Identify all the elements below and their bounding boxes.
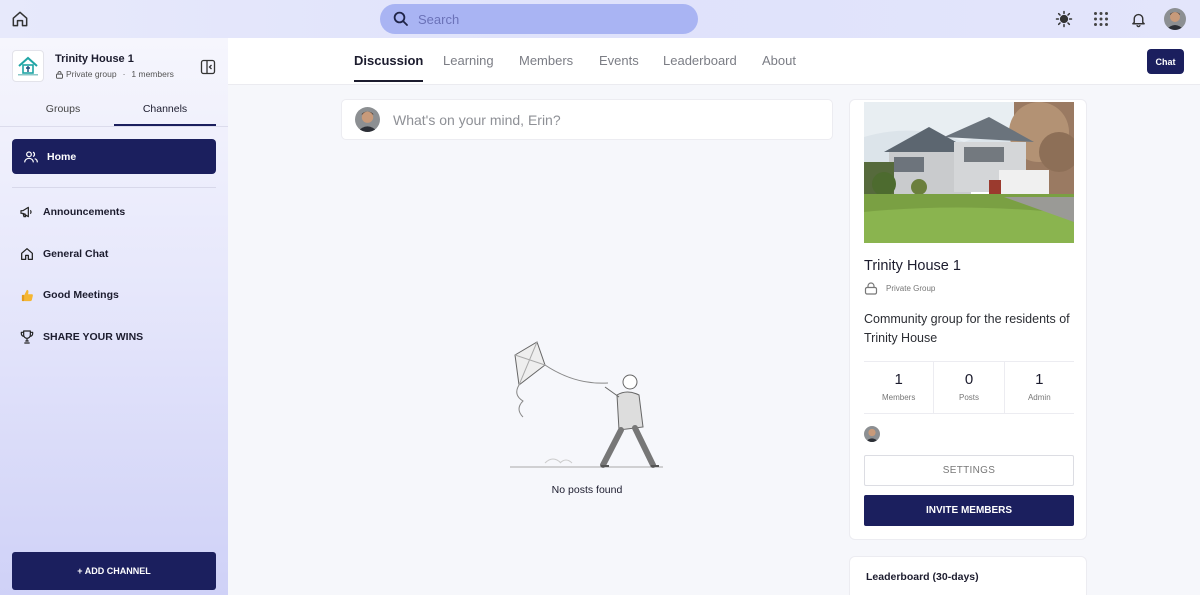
group-stats: 1 Members 0 Posts 1 Admin	[864, 361, 1074, 414]
sidebar-item-label: Home	[47, 150, 77, 163]
search-input[interactable]	[418, 11, 678, 27]
sidebar-item-label: SHARE YOUR WINS	[43, 331, 144, 343]
group-privacy: Private group	[66, 69, 117, 79]
chat-button[interactable]: Chat	[1147, 49, 1184, 74]
group-info-card: Trinity House 1 Private Group Community …	[849, 99, 1087, 540]
tab-groups[interactable]: Groups	[12, 100, 114, 126]
house-icon	[18, 245, 36, 263]
stat-label: Admin	[1027, 393, 1051, 402]
sidebar-tabs: Groups Channels	[12, 100, 216, 126]
card-description: Community group for the residents of Tri…	[864, 312, 1070, 345]
tab-members[interactable]: Members	[519, 53, 573, 80]
leaderboard-card: Leaderboard (30-days)	[849, 556, 1087, 595]
theme-toggle-icon[interactable]	[1052, 7, 1076, 31]
stat-value: 1	[894, 371, 903, 388]
stat-admin[interactable]: 1 Admin	[1005, 362, 1074, 413]
sidebar-item-label: Good Meetings	[43, 289, 119, 301]
tab-about[interactable]: About	[762, 53, 796, 80]
add-channel-button[interactable]: + ADD CHANNEL	[12, 552, 216, 590]
divider	[12, 187, 216, 188]
sidebar-item-label: Announcements	[43, 206, 126, 218]
leaderboard-title: Leaderboard (30-days)	[866, 571, 979, 583]
megaphone-icon	[18, 203, 36, 221]
sidebar-item-label: General Chat	[43, 248, 109, 260]
separator-dot: ·	[122, 69, 126, 79]
apps-grid-icon[interactable]	[1089, 7, 1113, 31]
search-bar[interactable]	[380, 4, 698, 34]
group-members-count: 1 members	[131, 69, 174, 79]
tab-events[interactable]: Events	[599, 53, 639, 80]
divider	[0, 126, 228, 127]
top-bar	[0, 0, 1200, 38]
card-privacy: Private Group	[864, 282, 935, 295]
sidebar-item-general-chat[interactable]: General Chat	[18, 244, 218, 264]
stat-value: 1	[1035, 371, 1044, 388]
composer-placeholder: What's on your mind, Erin?	[393, 111, 561, 128]
user-avatar[interactable]	[1164, 8, 1186, 30]
thumbs-up-icon	[18, 286, 36, 304]
lock-icon	[56, 70, 63, 79]
tab-discussion[interactable]: Discussion	[354, 53, 424, 82]
collapse-sidebar-icon[interactable]	[200, 59, 216, 75]
card-group-name: Trinity House 1	[864, 258, 961, 274]
group-cover-image	[864, 102, 1074, 243]
sidebar: Trinity House 1 Private group · 1 member…	[0, 38, 228, 595]
bell-icon[interactable]	[1126, 7, 1150, 31]
group-logo	[12, 50, 44, 82]
card-privacy-label: Private Group	[886, 284, 936, 293]
empty-state-text: No posts found	[551, 484, 623, 496]
stat-label: Posts	[958, 393, 979, 402]
stat-label: Members	[881, 393, 916, 402]
users-icon	[24, 150, 38, 162]
settings-button[interactable]: SETTINGS	[864, 455, 1074, 486]
lock-icon	[864, 282, 878, 295]
group-name: Trinity House 1	[55, 53, 134, 65]
tab-learning[interactable]: Learning	[443, 53, 494, 80]
group-header: Trinity House 1 Private group · 1 member…	[12, 50, 216, 84]
tab-leaderboard[interactable]: Leaderboard	[663, 53, 737, 80]
home-icon[interactable]	[10, 9, 30, 29]
sidebar-item-share-your-wins[interactable]: SHARE YOUR WINS	[18, 327, 218, 347]
kite-illustration	[505, 335, 670, 475]
post-composer[interactable]: What's on your mind, Erin?	[341, 99, 833, 140]
search-icon	[393, 11, 408, 26]
main-tabs-bar: Discussion Learning Members Events Leade…	[228, 38, 1200, 85]
stat-posts[interactable]: 0 Posts	[934, 362, 1005, 413]
sidebar-item-good-meetings[interactable]: Good Meetings	[18, 285, 218, 305]
stat-value: 0	[964, 371, 974, 388]
trophy-icon	[18, 328, 36, 346]
sidebar-item-home[interactable]: Home	[12, 139, 216, 174]
stat-members[interactable]: 1 Members	[864, 362, 935, 413]
sidebar-item-announcements[interactable]: Announcements	[18, 202, 218, 222]
group-meta: Private group · 1 members	[55, 69, 174, 79]
invite-members-button[interactable]: INVITE MEMBERS	[864, 495, 1074, 526]
member-avatar[interactable]	[864, 426, 880, 442]
avatar	[355, 107, 380, 132]
tab-channels[interactable]: Channels	[114, 100, 216, 126]
